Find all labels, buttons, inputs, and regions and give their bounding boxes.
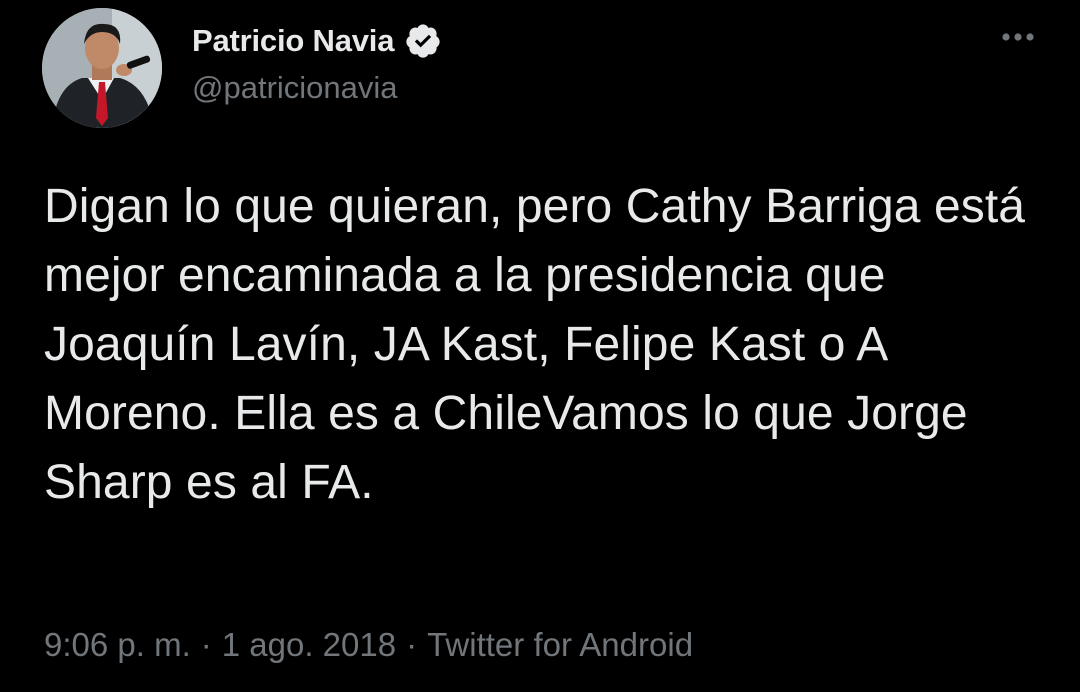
more-options-button[interactable] <box>994 18 1042 58</box>
tweet-time[interactable]: 9:06 p. m. <box>44 626 191 664</box>
meta-separator-2: · <box>406 626 418 663</box>
tweet-text: Digan lo que quieran, pero Cathy Barriga… <box>44 180 1026 509</box>
verified-badge-icon <box>404 22 442 60</box>
tweet-meta: 9:06 p. m. · 1 ago. 2018 · Twitter for A… <box>44 626 693 664</box>
author-handle[interactable]: @patricionavia <box>192 70 398 106</box>
avatar-image <box>42 8 162 128</box>
tweet-source[interactable]: Twitter for Android <box>427 626 693 664</box>
author-display-name[interactable]: Patricio Navia <box>192 23 394 59</box>
meta-separator: · <box>200 626 212 663</box>
more-options-icon <box>1001 29 1035 47</box>
tweet-date[interactable]: 1 ago. 2018 <box>222 626 396 664</box>
author-name-row[interactable]: Patricio Navia <box>192 22 442 60</box>
tweet-card: Patricio Navia @patricionavia Digan lo q… <box>0 0 1080 692</box>
avatar[interactable] <box>42 8 162 128</box>
